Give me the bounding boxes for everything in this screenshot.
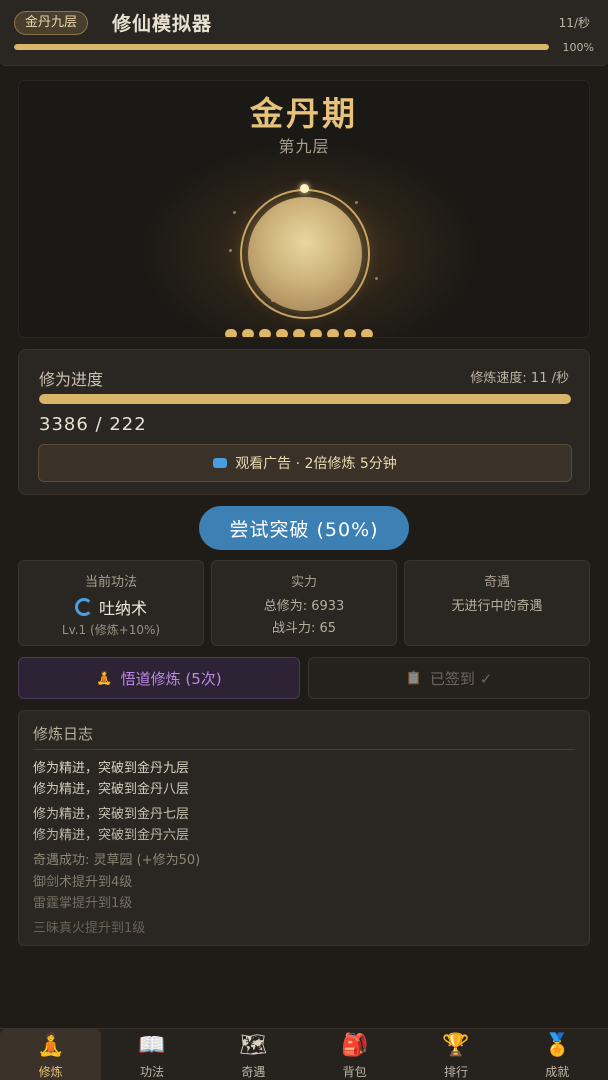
realm-badge: 金丹九层 (14, 11, 89, 35)
encounter-card[interactable]: 奇遇 无进行中的奇遇 (404, 560, 590, 646)
log-entry: 奇遇成功: 灵草园 (+修为50) (33, 853, 201, 868)
encounter-status: 无进行中的奇遇 (451, 599, 543, 614)
layer-dot (259, 329, 271, 337)
nav-item-1[interactable]: 📖 功法 (101, 1029, 202, 1080)
nav-item-3[interactable]: 🎒 背包 (304, 1029, 405, 1080)
log-entry: 三昧真火提升到1级 (33, 921, 146, 936)
log-entry: 修为精进，突破到金丹六层 (33, 828, 190, 843)
tv-icon (213, 458, 228, 468)
log-title: 修炼日志 (33, 725, 94, 743)
layer-dot (293, 329, 305, 337)
realm-progress-fill (14, 44, 549, 50)
power-card-title: 实力 (290, 575, 317, 590)
nav-item-5[interactable]: 🏅 成就 (507, 1029, 608, 1080)
spark-particle (375, 277, 378, 280)
book-icon: 📖 (138, 1033, 166, 1058)
layer-indicator (225, 329, 373, 337)
nav-label: 奇遇 (241, 1065, 266, 1079)
cultivation-progress-card: 修为进度 修炼速度: 11 /秒 3386 / 222 观看广告 · 2倍修炼 … (18, 349, 590, 495)
cultivation-progress-fill (39, 394, 571, 404)
stage-subtitle: 第九层 (278, 137, 330, 156)
swirl-icon (74, 598, 93, 616)
total-cultivation: 总修为: 6933 (263, 599, 345, 614)
app-title: 修仙模拟器 (112, 13, 213, 35)
spark-particle (233, 211, 236, 214)
golden-core-orb (248, 197, 362, 311)
encounter-card-title: 奇遇 (483, 575, 510, 590)
cultivation-rate: 11/秒 (558, 16, 590, 30)
cultivation-progress-bar (39, 394, 571, 404)
backpack-icon: 🎒 (340, 1033, 369, 1058)
log-entry: 雷霆掌提升到1级 (33, 896, 133, 911)
nav-label: 修炼 (38, 1065, 63, 1079)
nav-label: 功法 (139, 1065, 164, 1079)
layer-dot (327, 329, 339, 337)
technique-name-row: 吐纳术 (19, 595, 203, 619)
layer-dot (276, 329, 288, 337)
medal-icon: 🏅 (543, 1033, 571, 1058)
layer-dot (344, 329, 356, 337)
top-header: 金丹九层 修仙模拟器 11/秒 100% (0, 0, 608, 66)
bottom-navigation: 🧘 修炼 📖 功法 🗺 奇遇 🎒 背包 🏆 排行 🏅 成就 (0, 1028, 608, 1080)
checkin-button[interactable]: 📋 已签到 ✓ (308, 657, 590, 699)
layer-dot (225, 329, 237, 337)
realm-display: 金丹期 第九层 (18, 80, 590, 338)
power-card: 实力 总修为: 6933 战斗力: 65 (211, 560, 397, 646)
nav-label: 成就 (545, 1065, 570, 1079)
spark-particle (271, 299, 274, 302)
layer-dot (310, 329, 322, 337)
technique-card-title: 当前功法 (84, 575, 137, 590)
technique-level: Lv.1 (修炼+10%) (61, 623, 161, 637)
spark-particle (229, 249, 232, 252)
watch-ad-label: 观看广告 · 2倍修炼 5分钟 (235, 456, 397, 472)
map-icon: 🗺 (239, 1033, 268, 1058)
log-entry: 修为精进，突破到金丹八层 (33, 782, 190, 797)
cultivation-log: 修炼日志 修为精进，突破到金丹九层 修为精进，突破到金丹八层 修为精进，突破到金丹七… (18, 710, 590, 946)
checkin-label: 已签到 ✓ (429, 669, 493, 688)
nav-item-0[interactable]: 🧘 修炼 (0, 1029, 102, 1080)
spark-particle (355, 201, 358, 204)
nav-label: 背包 (342, 1065, 367, 1079)
log-divider (33, 749, 575, 750)
meditate-label: 悟道修炼 (5次) (120, 669, 222, 688)
combat-power: 战斗力: 65 (271, 621, 337, 636)
cultivation-speed: 修炼速度: 11 /秒 (470, 371, 569, 386)
log-entry: 修为精进，突破到金丹九层 (33, 761, 190, 776)
realm-progress-bar (14, 44, 549, 50)
trophy-icon: 🏆 (442, 1033, 470, 1058)
technique-name: 吐纳术 (98, 599, 147, 618)
calendar-icon: 📋 (405, 670, 422, 686)
nav-item-4[interactable]: 🏆 排行 (405, 1029, 506, 1080)
breakthrough-button[interactable]: 尝试突破 (50%) (199, 506, 409, 550)
meditation-icon: 🧘 (36, 1033, 65, 1058)
log-entry: 御剑术提升到4级 (33, 875, 133, 890)
progress-label: 修为进度 (39, 370, 104, 389)
realm-progress-percent: 100% (562, 41, 594, 54)
cultivation-value: 3386 / 222 (39, 414, 147, 435)
layer-dot (242, 329, 254, 337)
orb-marker-dot (300, 184, 309, 193)
nav-label: 排行 (443, 1065, 468, 1079)
stage-title: 金丹期 (250, 94, 358, 133)
watch-ad-button[interactable]: 观看广告 · 2倍修炼 5分钟 (38, 444, 572, 482)
log-entry: 修为精进，突破到金丹七层 (33, 807, 190, 822)
nav-item-2[interactable]: 🗺 奇遇 (203, 1029, 304, 1080)
meditate-button[interactable]: 🧘 悟道修炼 (5次) (18, 657, 300, 699)
layer-dot (361, 329, 373, 337)
meditation-icon: 🧘 (96, 670, 113, 686)
technique-card[interactable]: 当前功法 吐纳术 Lv.1 (修炼+10%) (18, 560, 204, 646)
